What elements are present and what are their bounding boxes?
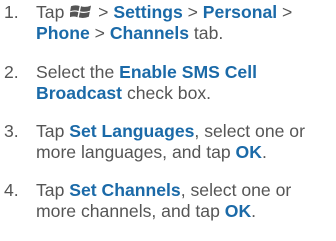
step-number: 3. (4, 121, 19, 141)
channels-term: Channels (109, 23, 190, 43)
step-lead: Select the (36, 62, 115, 82)
step-end: . (261, 142, 267, 162)
step-text: Tap > Settings > Personal > Phone > Chann… (36, 2, 334, 44)
separator: > (282, 2, 293, 22)
set-channels-term: Set Channels (69, 180, 181, 200)
instructions-document: 1. Tap > Settings > Personal > Phone > Ch… (0, 0, 336, 241)
set-languages-term: Set Languages (69, 121, 195, 141)
settings-term: Settings (113, 2, 183, 22)
step-lead: Tap (36, 121, 65, 141)
step-number: 2. (4, 62, 19, 82)
separator: > (98, 2, 109, 22)
tab-word: tab. (193, 23, 224, 43)
step-number: 4. (4, 180, 19, 200)
phone-term: Phone (36, 23, 90, 43)
step-text: Tap Set Channels, select one or more cha… (36, 180, 334, 222)
step-end: . (251, 201, 257, 221)
step-tail: check box. (126, 83, 212, 103)
step-verb: Tap (36, 2, 65, 22)
ok-term: OK (224, 201, 252, 221)
step-text: Tap Set Languages, select one or more la… (36, 121, 334, 163)
step-lead: Tap (36, 180, 65, 200)
windows-start-icon (70, 3, 92, 20)
separator: > (187, 2, 198, 22)
step-text: Select the Enable SMS Cell Broadcast che… (36, 62, 334, 104)
step-number: 1. (4, 2, 19, 22)
separator: > (94, 23, 105, 43)
personal-term: Personal (202, 2, 278, 22)
ok-term: OK (235, 142, 262, 162)
